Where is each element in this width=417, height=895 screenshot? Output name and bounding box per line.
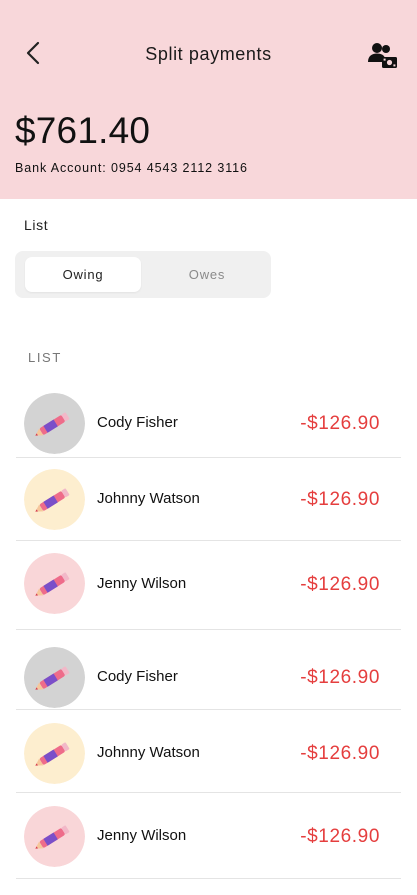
tab-owes[interactable]: Owes (149, 257, 265, 292)
header: Split payments $761.40 Bank Account: 095… (0, 0, 417, 199)
amount-value: -$126.90 (300, 826, 380, 847)
list-item[interactable]: Jenny Wilson -$126.90 (16, 541, 401, 630)
list-item[interactable]: Cody Fisher -$126.90 (16, 382, 401, 458)
contact-name: Cody Fisher (97, 668, 178, 685)
amount-value: -$126.90 (300, 667, 380, 688)
pencil-avatar-icon (24, 553, 85, 614)
list-item[interactable]: Cody Fisher -$126.90 (16, 630, 401, 710)
pencil-avatar-icon (24, 806, 85, 867)
segmented-control: Owing Owes (15, 251, 271, 298)
contact-name: Cody Fisher (97, 414, 178, 431)
amount-value: -$126.90 (300, 489, 380, 510)
group-money-icon (368, 43, 397, 68)
pencil-avatar-icon (24, 469, 85, 530)
amount-value: -$126.90 (300, 413, 380, 434)
pencil-avatar-icon (24, 723, 85, 784)
pencil-avatar-icon (24, 647, 85, 708)
contact-name: Jenny Wilson (97, 575, 187, 592)
contact-name: Johnny Watson (97, 744, 200, 761)
page-title: Split payments (145, 44, 272, 64)
list-item[interactable]: Johnny Watson -$126.90 (16, 710, 401, 793)
pencil-avatar-icon (24, 393, 85, 454)
balance-amount: $761.40 (15, 110, 151, 151)
amount-value: -$126.90 (300, 574, 380, 595)
list-section-label: LIST (28, 350, 62, 365)
list-heading: List (24, 217, 49, 233)
list-item[interactable]: Jenny Wilson -$126.90 (16, 793, 401, 879)
contact-name: Jenny Wilson (97, 827, 187, 844)
payment-list: Cody Fisher -$126.90 Johnny Watson -$126.90… (16, 382, 401, 879)
contact-name: Johnny Watson (97, 490, 200, 507)
amount-value: -$126.90 (300, 743, 380, 764)
list-item[interactable]: Johnny Watson -$126.90 (16, 458, 401, 541)
group-payments-button[interactable] (367, 40, 399, 72)
tab-owing[interactable]: Owing (25, 257, 141, 292)
bank-account-text: Bank Account: 0954 4543 2112 3116 (15, 161, 248, 175)
